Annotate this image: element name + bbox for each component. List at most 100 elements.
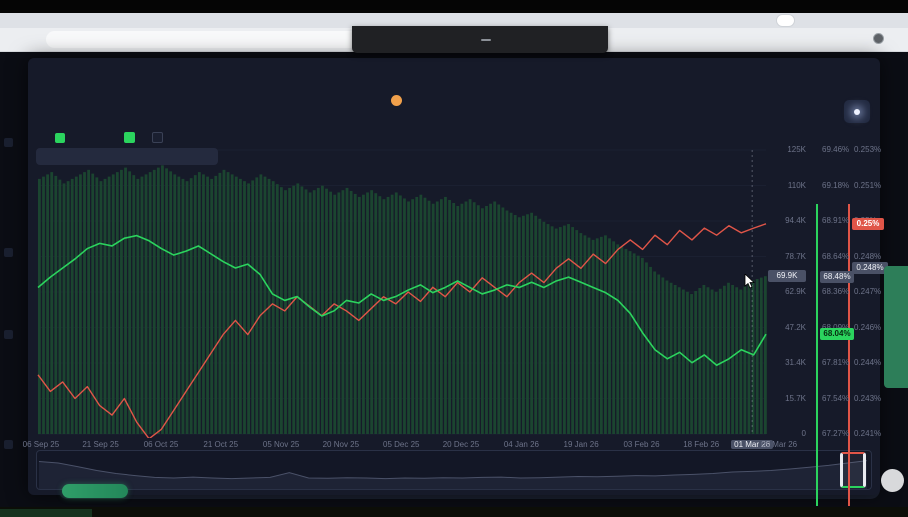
price-bar: [218, 173, 221, 434]
price-bar: [452, 203, 455, 434]
price-bar: [563, 226, 566, 434]
price-bar: [292, 186, 295, 434]
price-bar: [120, 170, 123, 434]
price-bar: [633, 253, 636, 434]
checkbox-empty-icon: [152, 132, 163, 143]
brush-selection-handle[interactable]: [840, 452, 866, 488]
price-bar: [637, 256, 640, 434]
date-tick-label: 05 Dec 25: [383, 440, 419, 449]
price-bar: [547, 224, 550, 434]
price-bar: [477, 205, 480, 434]
price-bar: [616, 244, 619, 434]
price-bar: [153, 170, 156, 434]
green-action-pill[interactable]: [62, 484, 128, 498]
price-bar: [510, 213, 513, 434]
price-bar: [707, 287, 710, 434]
price-bar: [177, 177, 180, 434]
axis-value-badge: 0.248%: [852, 262, 888, 274]
price-bar: [231, 174, 234, 434]
price-bar: [309, 192, 312, 434]
axis-label: 125K: [768, 145, 806, 155]
axis-label: 94.4K: [768, 216, 806, 226]
show-axis-toggle[interactable]: [120, 132, 135, 143]
price-bar: [186, 181, 189, 434]
ask-gemini-button[interactable]: [776, 14, 795, 27]
red-axis-line: [848, 204, 850, 506]
price-bar: [440, 199, 443, 434]
date-tick-label: 06 Sep 25: [23, 440, 59, 449]
price-bar: [567, 224, 570, 434]
sidebar-fragment: [4, 138, 13, 147]
price-bar: [239, 179, 242, 434]
price-bar: [383, 199, 386, 434]
price-bar: [641, 258, 644, 434]
price-bar: [190, 178, 193, 434]
price-bar: [497, 204, 500, 434]
date-tick-label: 20 Nov 25: [323, 440, 359, 449]
price-bar: [317, 188, 320, 434]
price-bar: [301, 186, 304, 434]
date-tick-label: 05 Nov 25: [263, 440, 299, 449]
price-bar: [534, 216, 537, 434]
help-feedback-tab[interactable]: [884, 266, 908, 388]
price-bar: [514, 215, 517, 434]
pin-axis-toggle[interactable]: [148, 132, 163, 143]
price-bar: [395, 192, 398, 434]
price-bar: [272, 181, 275, 434]
date-tick-label: 21 Oct 25: [203, 440, 238, 449]
brush-overview-chart: [37, 451, 871, 489]
price-bar: [288, 188, 291, 434]
axis-label: 67.81%: [822, 358, 858, 368]
price-bar: [259, 174, 262, 434]
price-bar: [227, 172, 230, 434]
price-bar: [100, 181, 103, 434]
price-bar: [592, 240, 595, 434]
price-bar: [370, 190, 373, 434]
axis-label: 110K: [768, 181, 806, 191]
price-bar: [522, 216, 525, 434]
night-mode-button[interactable]: [844, 100, 870, 123]
screen: 125K69.46%0.253%110K69.18%0.251%94.4K68.…: [0, 0, 908, 517]
price-bar: [526, 214, 529, 434]
price-bar: [296, 183, 299, 434]
price-bar: [198, 172, 201, 434]
price-bar: [280, 187, 283, 434]
axis-value-badge: 0.25%: [852, 218, 884, 230]
profile-avatar[interactable]: [873, 33, 884, 44]
price-bar: [432, 204, 435, 434]
price-bar: [600, 237, 603, 434]
price-bar: [506, 211, 509, 434]
color-swatch-dropdown[interactable]: [55, 133, 69, 143]
price-bar: [460, 204, 463, 434]
price-bar: [165, 168, 168, 434]
checkbox-checked-icon: [124, 132, 135, 143]
main-chart[interactable]: [36, 146, 770, 438]
axis-label: 78.7K: [768, 252, 806, 262]
price-bar: [116, 172, 119, 434]
sidebar-fragment: [4, 440, 13, 449]
metric-count-badge[interactable]: [391, 95, 402, 106]
price-bar: [251, 180, 254, 434]
price-bar: [104, 179, 107, 434]
fullscreen-video-strip: [0, 0, 908, 13]
price-bar: [518, 217, 521, 434]
chart-settings-row: [38, 132, 193, 143]
price-bar: [543, 222, 546, 434]
price-bar: [489, 204, 492, 434]
green-axis-line: [816, 204, 818, 506]
axis-label: 0.251%: [854, 181, 890, 191]
axis-label: 0.241%: [854, 429, 890, 439]
price-bar: [645, 262, 648, 434]
price-bar: [473, 202, 476, 434]
price-bar: [444, 197, 447, 434]
price-bar: [59, 180, 62, 434]
price-bar: [247, 183, 250, 434]
santiment-logo[interactable]: [881, 469, 904, 492]
date-tick-label: 03 Feb 26: [623, 440, 659, 449]
axis-label: 67.54%: [822, 394, 858, 404]
price-bar: [674, 285, 677, 434]
price-bar: [206, 177, 209, 434]
axis-label: 0.253%: [854, 145, 890, 155]
timeline-brush[interactable]: [36, 450, 872, 490]
price-bar: [333, 195, 336, 434]
